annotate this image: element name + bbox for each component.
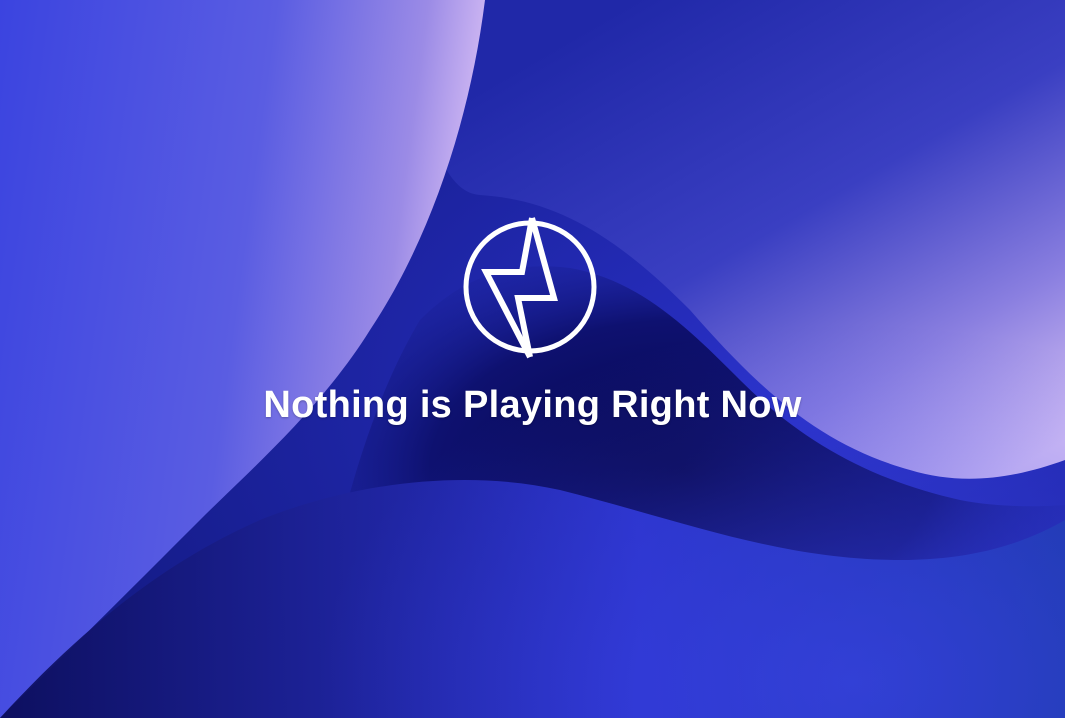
empty-state-message: Nothing is Playing Right Now [263, 384, 802, 426]
empty-state: Nothing is Playing Right Now [0, 210, 1065, 427]
now-playing-empty-view: Nothing is Playing Right Now [0, 0, 1065, 718]
lightning-bolt-circle-icon [463, 217, 596, 359]
